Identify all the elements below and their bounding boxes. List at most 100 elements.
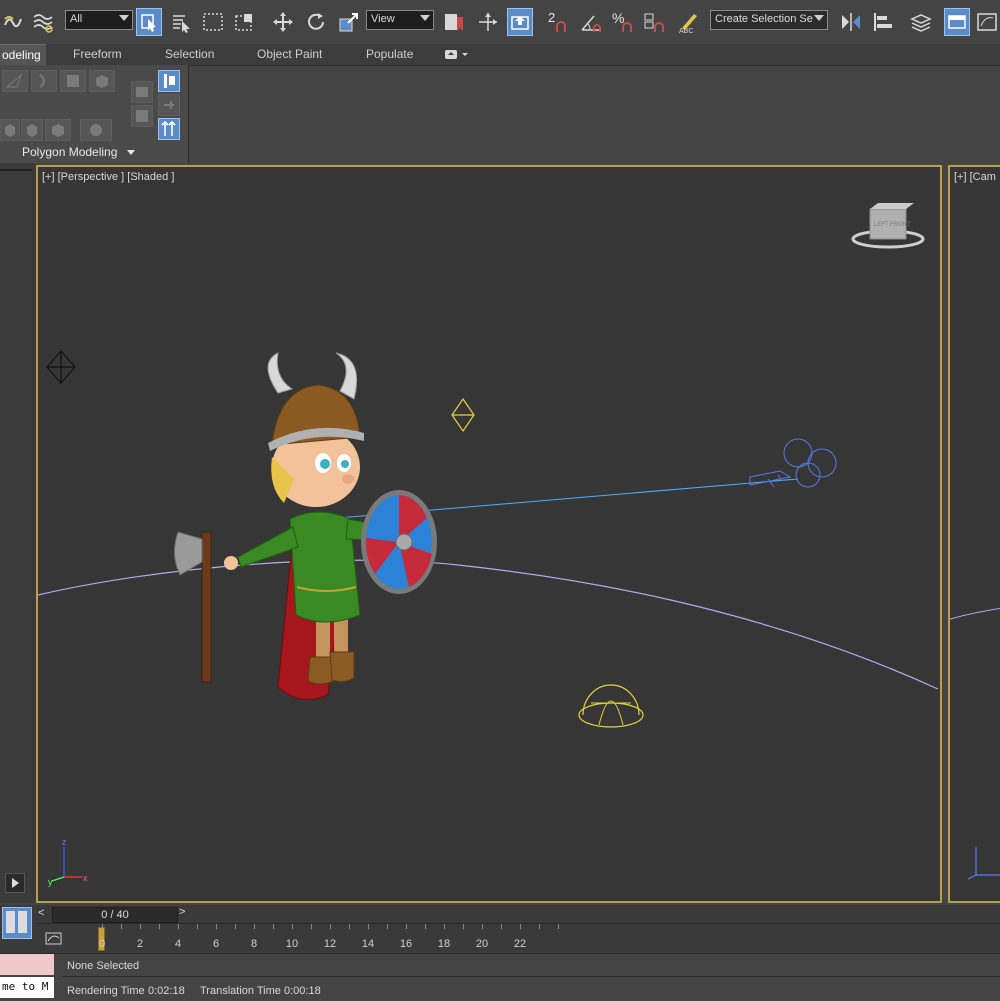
grow-selection-icon[interactable] [0, 119, 20, 141]
edit-named-selection-icon[interactable]: ABC [676, 8, 702, 36]
time-slider-prev[interactable]: < [38, 907, 44, 919]
frame-tick [102, 924, 103, 929]
shield-prop [361, 490, 437, 594]
curve-editor-toggle-icon[interactable] [44, 930, 64, 948]
constraints-icon[interactable] [158, 94, 180, 116]
maxscript-listener[interactable]: me to M [0, 954, 55, 1001]
snaps-toggle-icon[interactable]: 2 [546, 8, 572, 36]
frame-tick [349, 924, 350, 929]
layer-explorer-icon[interactable] [908, 8, 934, 36]
svg-text:y: y [48, 877, 53, 887]
frame-tick-label: 10 [285, 938, 299, 950]
perspective-viewport[interactable]: [+] [Perspective ] [Shaded ] LEFT FRONT [36, 165, 942, 903]
ring-selection-icon[interactable] [45, 119, 71, 141]
frame-tick [311, 924, 312, 929]
svg-text:2: 2 [548, 10, 555, 25]
maxscript-input[interactable] [0, 954, 54, 975]
time-slider[interactable]: < 0 / 40 > [36, 905, 1000, 923]
selection-filter-dropdown[interactable]: All [65, 10, 133, 30]
svg-text:FRONT: FRONT [890, 222, 911, 228]
panel-title[interactable]: Polygon Modeling [0, 141, 188, 163]
frame-tick [539, 924, 540, 929]
tab-object-paint[interactable]: Object Paint [257, 44, 322, 65]
tab-freeform[interactable]: Freeform [73, 44, 122, 65]
frame-tick [463, 924, 464, 929]
translation-time-label: Translation Time [200, 985, 281, 997]
tab-modeling[interactable]: odeling [0, 44, 46, 66]
preserve-uvs-icon[interactable] [131, 105, 153, 127]
status-divider [62, 976, 1000, 977]
frame-tick-label: 18 [437, 938, 451, 950]
align-icon[interactable] [870, 8, 896, 36]
frame-tick-label: 0 [98, 938, 106, 950]
frame-tick [197, 924, 198, 929]
tab-selection[interactable]: Selection [165, 44, 214, 65]
frame-tick [273, 924, 274, 929]
frame-tick-label: 2 [136, 938, 144, 950]
named-selection-sets-dropdown[interactable]: Create Selection Se [710, 10, 828, 30]
toggle-ribbon-icon[interactable] [944, 8, 970, 36]
rectangular-selection-icon[interactable] [200, 8, 226, 36]
point-helper-icon [46, 350, 76, 384]
shrink-selection-icon[interactable] [21, 119, 43, 141]
select-and-link-icon[interactable] [0, 8, 26, 36]
select-and-manipulate-icon[interactable] [475, 8, 501, 36]
play-animation-button[interactable] [5, 873, 25, 893]
polygon-mode-icon[interactable] [60, 70, 86, 92]
frame-tick-label: 4 [174, 938, 182, 950]
reference-coordinate-dropdown[interactable]: View [366, 10, 434, 30]
element-mode-icon[interactable] [89, 70, 115, 92]
mini-curve-editor-area [0, 905, 36, 953]
camera-viewport[interactable]: [+] [Cam [948, 165, 1000, 903]
edge-mode-icon[interactable] [31, 70, 57, 92]
svg-text:ABC: ABC [679, 28, 693, 34]
frame-tick-label: 14 [361, 938, 375, 950]
bind-to-space-warp-icon[interactable] [30, 8, 56, 36]
mirror-icon[interactable] [838, 8, 864, 36]
frame-tick [406, 924, 407, 929]
frame-tick [178, 924, 179, 929]
curve-editor-icon[interactable] [974, 8, 1000, 36]
divider [0, 169, 32, 171]
time-slider-next[interactable]: > [179, 906, 185, 918]
angle-snap-icon[interactable] [578, 8, 604, 36]
pivot-center-icon[interactable] [440, 8, 466, 36]
motion-path-spline [38, 559, 939, 690]
frame-tick [482, 924, 483, 929]
repeat-last-icon[interactable] [158, 118, 180, 140]
viewport-scene: LEFT FRONT z x y [38, 203, 939, 887]
polygon-modeling-panel: Polygon Modeling [0, 65, 189, 163]
camera-viewport-scene [950, 607, 1000, 880]
frame-tick [501, 924, 502, 929]
loop-selection-icon[interactable] [80, 119, 112, 141]
vertex-mode-icon[interactable] [2, 70, 28, 92]
track-bar[interactable]: 0 2 4 6 8 10 12 14 16 18 20 22 [36, 923, 1000, 954]
time-slider-frame-display[interactable]: 0 / 40 [52, 907, 178, 923]
frame-tick [330, 924, 331, 929]
keyboard-shortcut-override-icon[interactable] [507, 8, 533, 36]
select-by-name-icon[interactable] [168, 8, 194, 36]
frame-tick [254, 924, 255, 929]
frame-tick [159, 924, 160, 929]
window-crossing-icon[interactable] [232, 8, 258, 36]
frame-tick-label: 22 [513, 938, 527, 950]
tab-populate[interactable]: Populate [366, 44, 413, 65]
layout-icon[interactable] [2, 907, 32, 939]
svg-text:z: z [62, 837, 67, 847]
svg-text:LEFT: LEFT [874, 222, 889, 228]
scale-icon[interactable] [336, 8, 362, 36]
frame-tick [520, 924, 521, 929]
ribbon-options-icon[interactable] [444, 48, 470, 60]
rotate-icon[interactable] [303, 8, 329, 36]
percent-snap-icon[interactable]: % [610, 8, 636, 36]
ribbon-tab-bar: odeling Freeform Selection Object Paint … [0, 44, 1000, 66]
use-nurms-icon[interactable] [158, 70, 180, 92]
frame-tick-label: 6 [212, 938, 220, 950]
modify-mode-icon[interactable] [131, 81, 153, 103]
move-icon[interactable] [270, 8, 296, 36]
spinner-snap-icon[interactable] [641, 8, 667, 36]
select-object-icon[interactable] [136, 8, 162, 36]
maxscript-output[interactable]: me to M [0, 977, 54, 998]
frame-tick [216, 924, 217, 929]
dome-light-gizmo-icon [578, 684, 644, 728]
